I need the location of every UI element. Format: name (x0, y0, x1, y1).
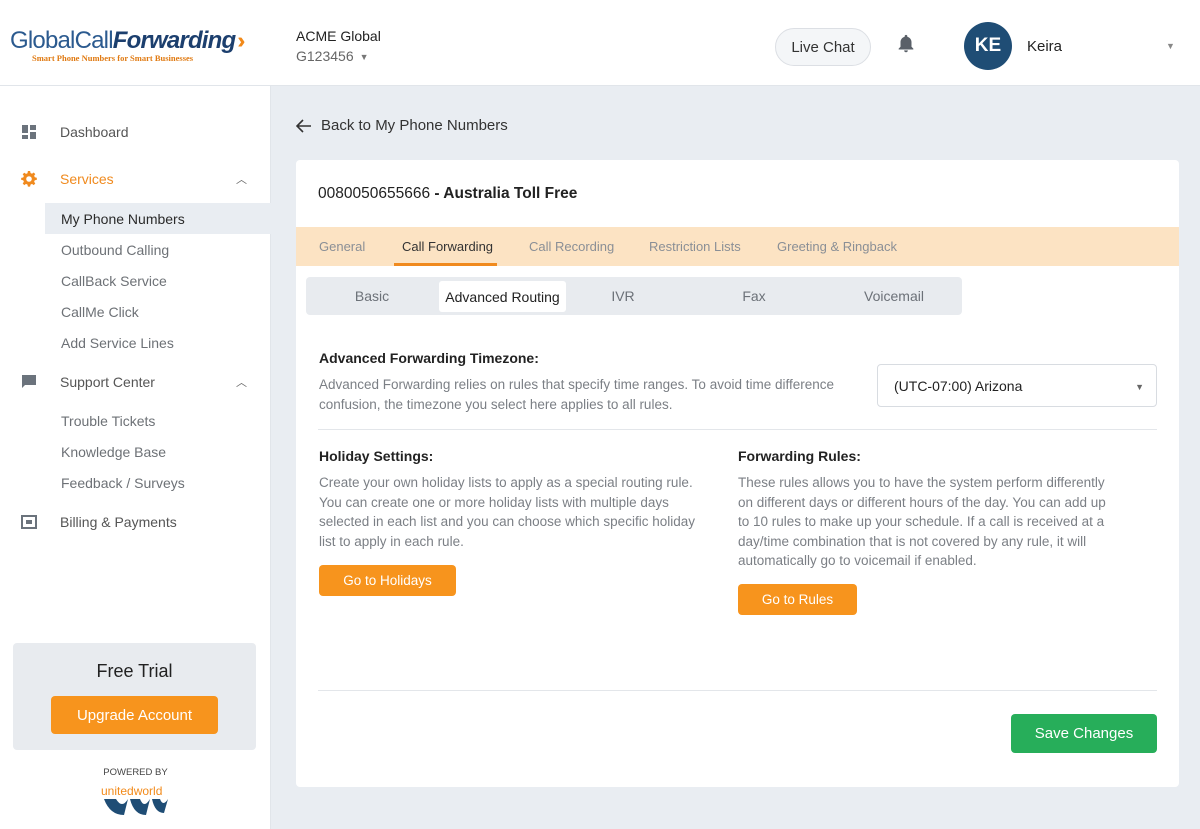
sidebar-sub-label: CallMe Click (61, 304, 139, 320)
sidebar-item-feedback-surveys[interactable]: Feedback / Surveys (45, 467, 271, 498)
sidebar-item-callback-service[interactable]: CallBack Service (45, 265, 271, 296)
settings-tabs: General Call Forwarding Call Recording R… (296, 227, 1179, 266)
tab-call-forwarding[interactable]: Call Forwarding (402, 227, 493, 266)
back-to-numbers-link[interactable]: Back to My Phone Numbers (296, 117, 508, 134)
tab-restriction-lists[interactable]: Restriction Lists (649, 227, 741, 266)
subtab-ivr[interactable]: IVR (593, 277, 653, 315)
sidebar-item-support-center[interactable]: Support Center ︿ (0, 367, 271, 397)
sidebar-sub-label: My Phone Numbers (61, 211, 185, 227)
timezone-description: Advanced Forwarding relies on rules that… (319, 375, 854, 414)
caret-down-icon: ▼ (1135, 382, 1144, 392)
chevron-up-icon: ︿ (236, 171, 247, 187)
sidebar-sub-label: Add Service Lines (61, 335, 174, 351)
unitedworld-logo: unitedworld (100, 779, 170, 819)
subtab-advanced-routing[interactable]: Advanced Routing (439, 281, 566, 312)
arrow-left-icon (296, 119, 312, 133)
free-trial-panel: Free Trial Upgrade Account (13, 643, 256, 750)
page-title: 0080050655666 - Australia Toll Free (318, 185, 577, 203)
sidebar-sub-label: Trouble Tickets (61, 413, 155, 429)
logo-text-global: Global (10, 27, 75, 54)
sidebar-item-trouble-tickets[interactable]: Trouble Tickets (45, 405, 271, 436)
account-name: ACME Global (296, 28, 381, 44)
sidebar-label-support: Support Center (60, 374, 155, 390)
subtab-voicemail[interactable]: Voicemail (844, 277, 944, 315)
chat-icon (21, 374, 37, 390)
gear-icon (21, 171, 37, 187)
top-header: GlobalCallForwarding››› Smart Phone Numb… (0, 0, 1200, 86)
sidebar-label-dashboard: Dashboard (60, 124, 129, 140)
free-trial-title: Free Trial (13, 661, 256, 682)
user-avatar[interactable]: KE (964, 22, 1012, 70)
sidebar-sub-label: Outbound Calling (61, 242, 169, 258)
logo-arrows-icon: ››› (237, 28, 238, 53)
number-type: - Australia Toll Free (430, 185, 577, 202)
powered-by-label: POWERED BY (0, 767, 271, 778)
sidebar-sub-label: Feedback / Surveys (61, 475, 185, 491)
timezone-selected-value: (UTC-07:00) Arizona (894, 378, 1022, 394)
go-to-rules-button[interactable]: Go to Rules (738, 584, 857, 615)
live-chat-button[interactable]: Live Chat (775, 28, 871, 66)
footer-divider (318, 690, 1157, 691)
forwarding-rules-title: Forwarding Rules: (738, 448, 861, 464)
forwarding-rules-description: These rules allows you to have the syste… (738, 473, 1118, 571)
user-name[interactable]: Keira (1027, 38, 1062, 55)
subtab-basic[interactable]: Basic (332, 277, 412, 315)
forwarding-subtabs: Basic Advanced Routing IVR Fax Voicemail (306, 277, 962, 315)
user-menu-caret-icon[interactable]: ▼ (1166, 41, 1175, 51)
dashboard-icon (21, 124, 37, 140)
sidebar-item-add-service-lines[interactable]: Add Service Lines (45, 327, 271, 358)
account-id: G123456 (296, 48, 354, 64)
save-changes-button[interactable]: Save Changes (1011, 714, 1157, 753)
holiday-settings-title: Holiday Settings: (319, 448, 433, 464)
timezone-title: Advanced Forwarding Timezone: (319, 350, 539, 366)
account-switcher[interactable]: ACME Global G123456 ▼ (296, 28, 381, 66)
sidebar-item-services[interactable]: Services ︿ (0, 164, 271, 194)
sidebar-item-callme-click[interactable]: CallMe Click (45, 296, 271, 327)
section-divider (318, 429, 1157, 430)
unitedworld-logo-text: unitedworld (101, 784, 162, 798)
tab-general[interactable]: General (319, 227, 365, 266)
phone-number: 0080050655666 (318, 185, 430, 202)
sidebar-sub-label: CallBack Service (61, 273, 167, 289)
chevron-up-icon: ︿ (236, 374, 247, 390)
number-settings-card: 0080050655666 - Australia Toll Free Gene… (296, 160, 1179, 787)
active-tab-indicator (394, 263, 497, 266)
sidebar-item-billing[interactable]: Billing & Payments (0, 507, 271, 537)
brand-logo[interactable]: GlobalCallForwarding››› Smart Phone Numb… (10, 27, 265, 67)
sidebar: Dashboard Services ︿ My Phone Numbers Ou… (0, 86, 271, 829)
holiday-settings-description: Create your own holiday lists to apply a… (319, 473, 704, 551)
timezone-select[interactable]: (UTC-07:00) Arizona ▼ (877, 364, 1157, 407)
sidebar-item-my-phone-numbers[interactable]: My Phone Numbers (45, 203, 271, 234)
sidebar-item-dashboard[interactable]: Dashboard (0, 117, 271, 147)
logo-tagline: Smart Phone Numbers for Smart Businesses (32, 53, 193, 63)
logo-text-call: Call (75, 27, 113, 54)
subtab-fax[interactable]: Fax (724, 277, 784, 315)
sidebar-label-services: Services (60, 171, 114, 187)
bell-icon[interactable] (895, 33, 917, 55)
logo-text-forwarding: Forwarding (113, 27, 236, 54)
back-link-text: Back to My Phone Numbers (321, 117, 508, 134)
tab-greeting-ringback[interactable]: Greeting & Ringback (777, 227, 897, 266)
sidebar-label-billing: Billing & Payments (60, 514, 177, 530)
go-to-holidays-button[interactable]: Go to Holidays (319, 565, 456, 596)
sidebar-item-knowledge-base[interactable]: Knowledge Base (45, 436, 271, 467)
caret-down-icon: ▼ (360, 52, 369, 62)
sidebar-sub-label: Knowledge Base (61, 444, 166, 460)
sidebar-item-outbound-calling[interactable]: Outbound Calling (45, 234, 271, 265)
tab-call-recording[interactable]: Call Recording (529, 227, 614, 266)
upgrade-account-button[interactable]: Upgrade Account (51, 696, 218, 734)
billing-icon (21, 514, 37, 530)
